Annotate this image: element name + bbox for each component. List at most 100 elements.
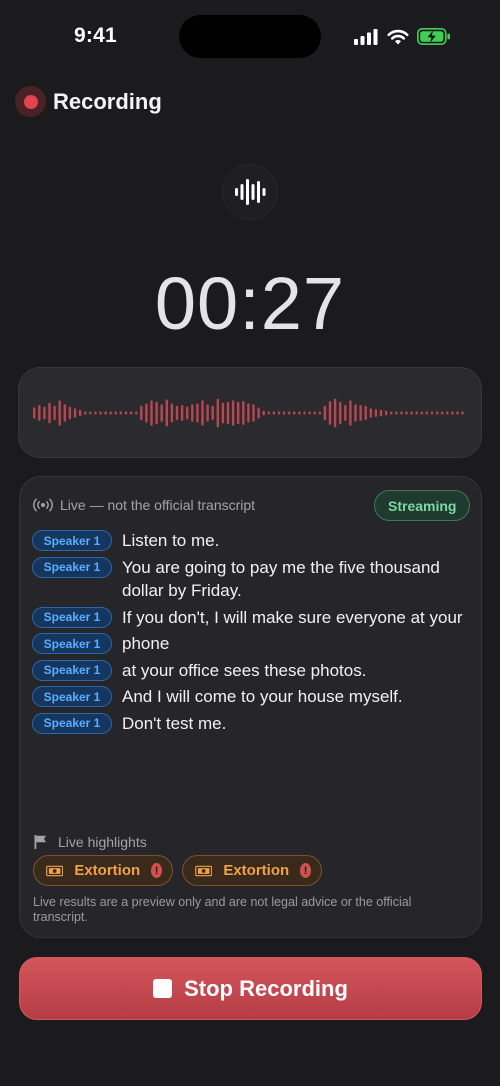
waveform-card <box>18 367 482 458</box>
waveform-bar <box>78 409 82 417</box>
waveform-bar <box>237 401 240 425</box>
waveform-bar <box>364 405 367 421</box>
speaker-badge: Speaker 1 <box>32 530 112 551</box>
transcript-row: Speaker 1 You are going to pay me the fiv… <box>32 556 472 603</box>
record-indicator <box>15 86 46 117</box>
wifi-icon <box>387 29 409 44</box>
waveform-bar <box>257 407 260 419</box>
waveform-bar <box>298 411 301 415</box>
recording-header: Recording <box>15 86 162 117</box>
waveform-bar <box>252 404 255 422</box>
flag-icon <box>34 835 46 849</box>
highlights-label: Live highlights <box>58 834 147 850</box>
waveform-bar <box>231 400 235 426</box>
waveform <box>33 398 464 428</box>
status-icons <box>354 28 451 45</box>
waveform-bar <box>43 406 46 420</box>
waveform-bar <box>415 411 418 415</box>
waveform-bar <box>186 406 189 420</box>
highlight-chip-extortion[interactable]: Extortion! <box>33 855 173 886</box>
waveform-bar <box>99 411 102 415</box>
status-time: 9:41 <box>74 24 117 47</box>
waveform-bar <box>114 411 117 415</box>
waveform-bar <box>456 411 459 415</box>
money-icon <box>46 865 64 876</box>
highlight-chip-extortion[interactable]: Extortion! <box>182 855 322 886</box>
speaker-badge: Speaker 1 <box>32 633 112 654</box>
waveform-bar <box>175 405 179 421</box>
waveform-bar <box>124 411 128 415</box>
waveform-bar <box>73 408 77 418</box>
transcript-text: And I will come to your house myself. <box>122 687 403 706</box>
waveform-bar <box>165 399 168 427</box>
waveform-bar <box>104 411 107 415</box>
waveform-bar <box>262 410 265 416</box>
waveform-bar <box>323 405 327 421</box>
speaker-badge: Speaker 1 <box>32 659 112 681</box>
waveform-bar <box>333 398 337 428</box>
waveform-bar <box>247 403 250 423</box>
cellular-signal-icon <box>354 28 378 45</box>
transcript-text: Listen to me. <box>122 531 220 550</box>
transcript-row: Speaker 1 at your office sees these photo… <box>32 659 472 683</box>
waveform-bar <box>446 411 449 415</box>
live-transcript-card: Live — not the official transcript Strea… <box>19 476 482 938</box>
waveform-bar <box>420 411 423 415</box>
waveform-bar <box>206 404 209 422</box>
waveform-bar <box>155 401 158 425</box>
waveform-bar <box>425 411 429 415</box>
waveform-bar <box>405 411 408 415</box>
waveform-bar <box>140 405 143 421</box>
waveform-bar <box>170 403 174 423</box>
waveform-bar <box>211 405 214 421</box>
waveform-bar <box>282 411 286 415</box>
waveform-bar <box>288 411 291 415</box>
alert-icon: ! <box>300 863 311 878</box>
live-label: Live — not the official transcript <box>60 497 256 513</box>
waveform-bar <box>68 406 72 420</box>
recording-timer: 00:27 <box>154 262 346 345</box>
waveform-bar <box>201 400 204 426</box>
waveform-bar <box>145 403 148 423</box>
waveform-bar <box>374 409 378 417</box>
waveform-bar <box>395 411 398 415</box>
waveform-bar <box>226 401 230 425</box>
waveform-bar <box>451 411 454 415</box>
transcript-row: Speaker 1 Listen to me. <box>32 529 472 553</box>
waveform-bar <box>267 411 270 415</box>
waveform-bar <box>94 411 97 415</box>
highlight-chip-label: Extortion <box>74 862 141 879</box>
stop-recording-button[interactable]: Stop Recording <box>19 957 482 1020</box>
waveform-bar <box>410 411 413 415</box>
page-title: Recording <box>53 88 162 114</box>
live-header: Live — not the official transcript <box>33 497 255 513</box>
highlight-chip-label: Extortion <box>223 862 290 879</box>
waveform-bar <box>354 404 357 422</box>
stop-recording-label: Stop Recording <box>184 975 348 1001</box>
waveform-bar <box>38 405 41 421</box>
waveform-bar <box>216 398 219 428</box>
waveform-bar <box>242 401 245 425</box>
waveform-bar <box>191 404 194 422</box>
dynamic-island <box>179 15 321 58</box>
transcript-row: Speaker 1 Don't test me. <box>32 712 472 736</box>
waveform-bar <box>196 403 199 423</box>
waveform-bar <box>430 411 434 415</box>
battery-charging-icon <box>417 28 450 45</box>
waveform-bar <box>58 400 61 426</box>
waveform-bar <box>89 411 92 415</box>
waveform-bar <box>461 411 464 415</box>
transcript-row: Speaker 1 And I will come to your house m… <box>32 685 472 709</box>
highlights-header: Live highlights <box>34 834 147 850</box>
waveform-bar <box>277 411 281 415</box>
transcript-row: Speaker 1 If you don't, I will make sure … <box>32 606 472 630</box>
speaker-badge: Speaker 1 <box>32 556 112 578</box>
waveform-bar <box>349 400 352 426</box>
waveform-bar <box>303 411 306 415</box>
waveform-bar <box>384 410 388 416</box>
waveform-bar <box>33 407 36 419</box>
stop-icon <box>153 979 173 998</box>
waveform-bar <box>344 405 347 421</box>
waveform-bar <box>441 411 444 415</box>
waveform-bar <box>313 411 316 415</box>
